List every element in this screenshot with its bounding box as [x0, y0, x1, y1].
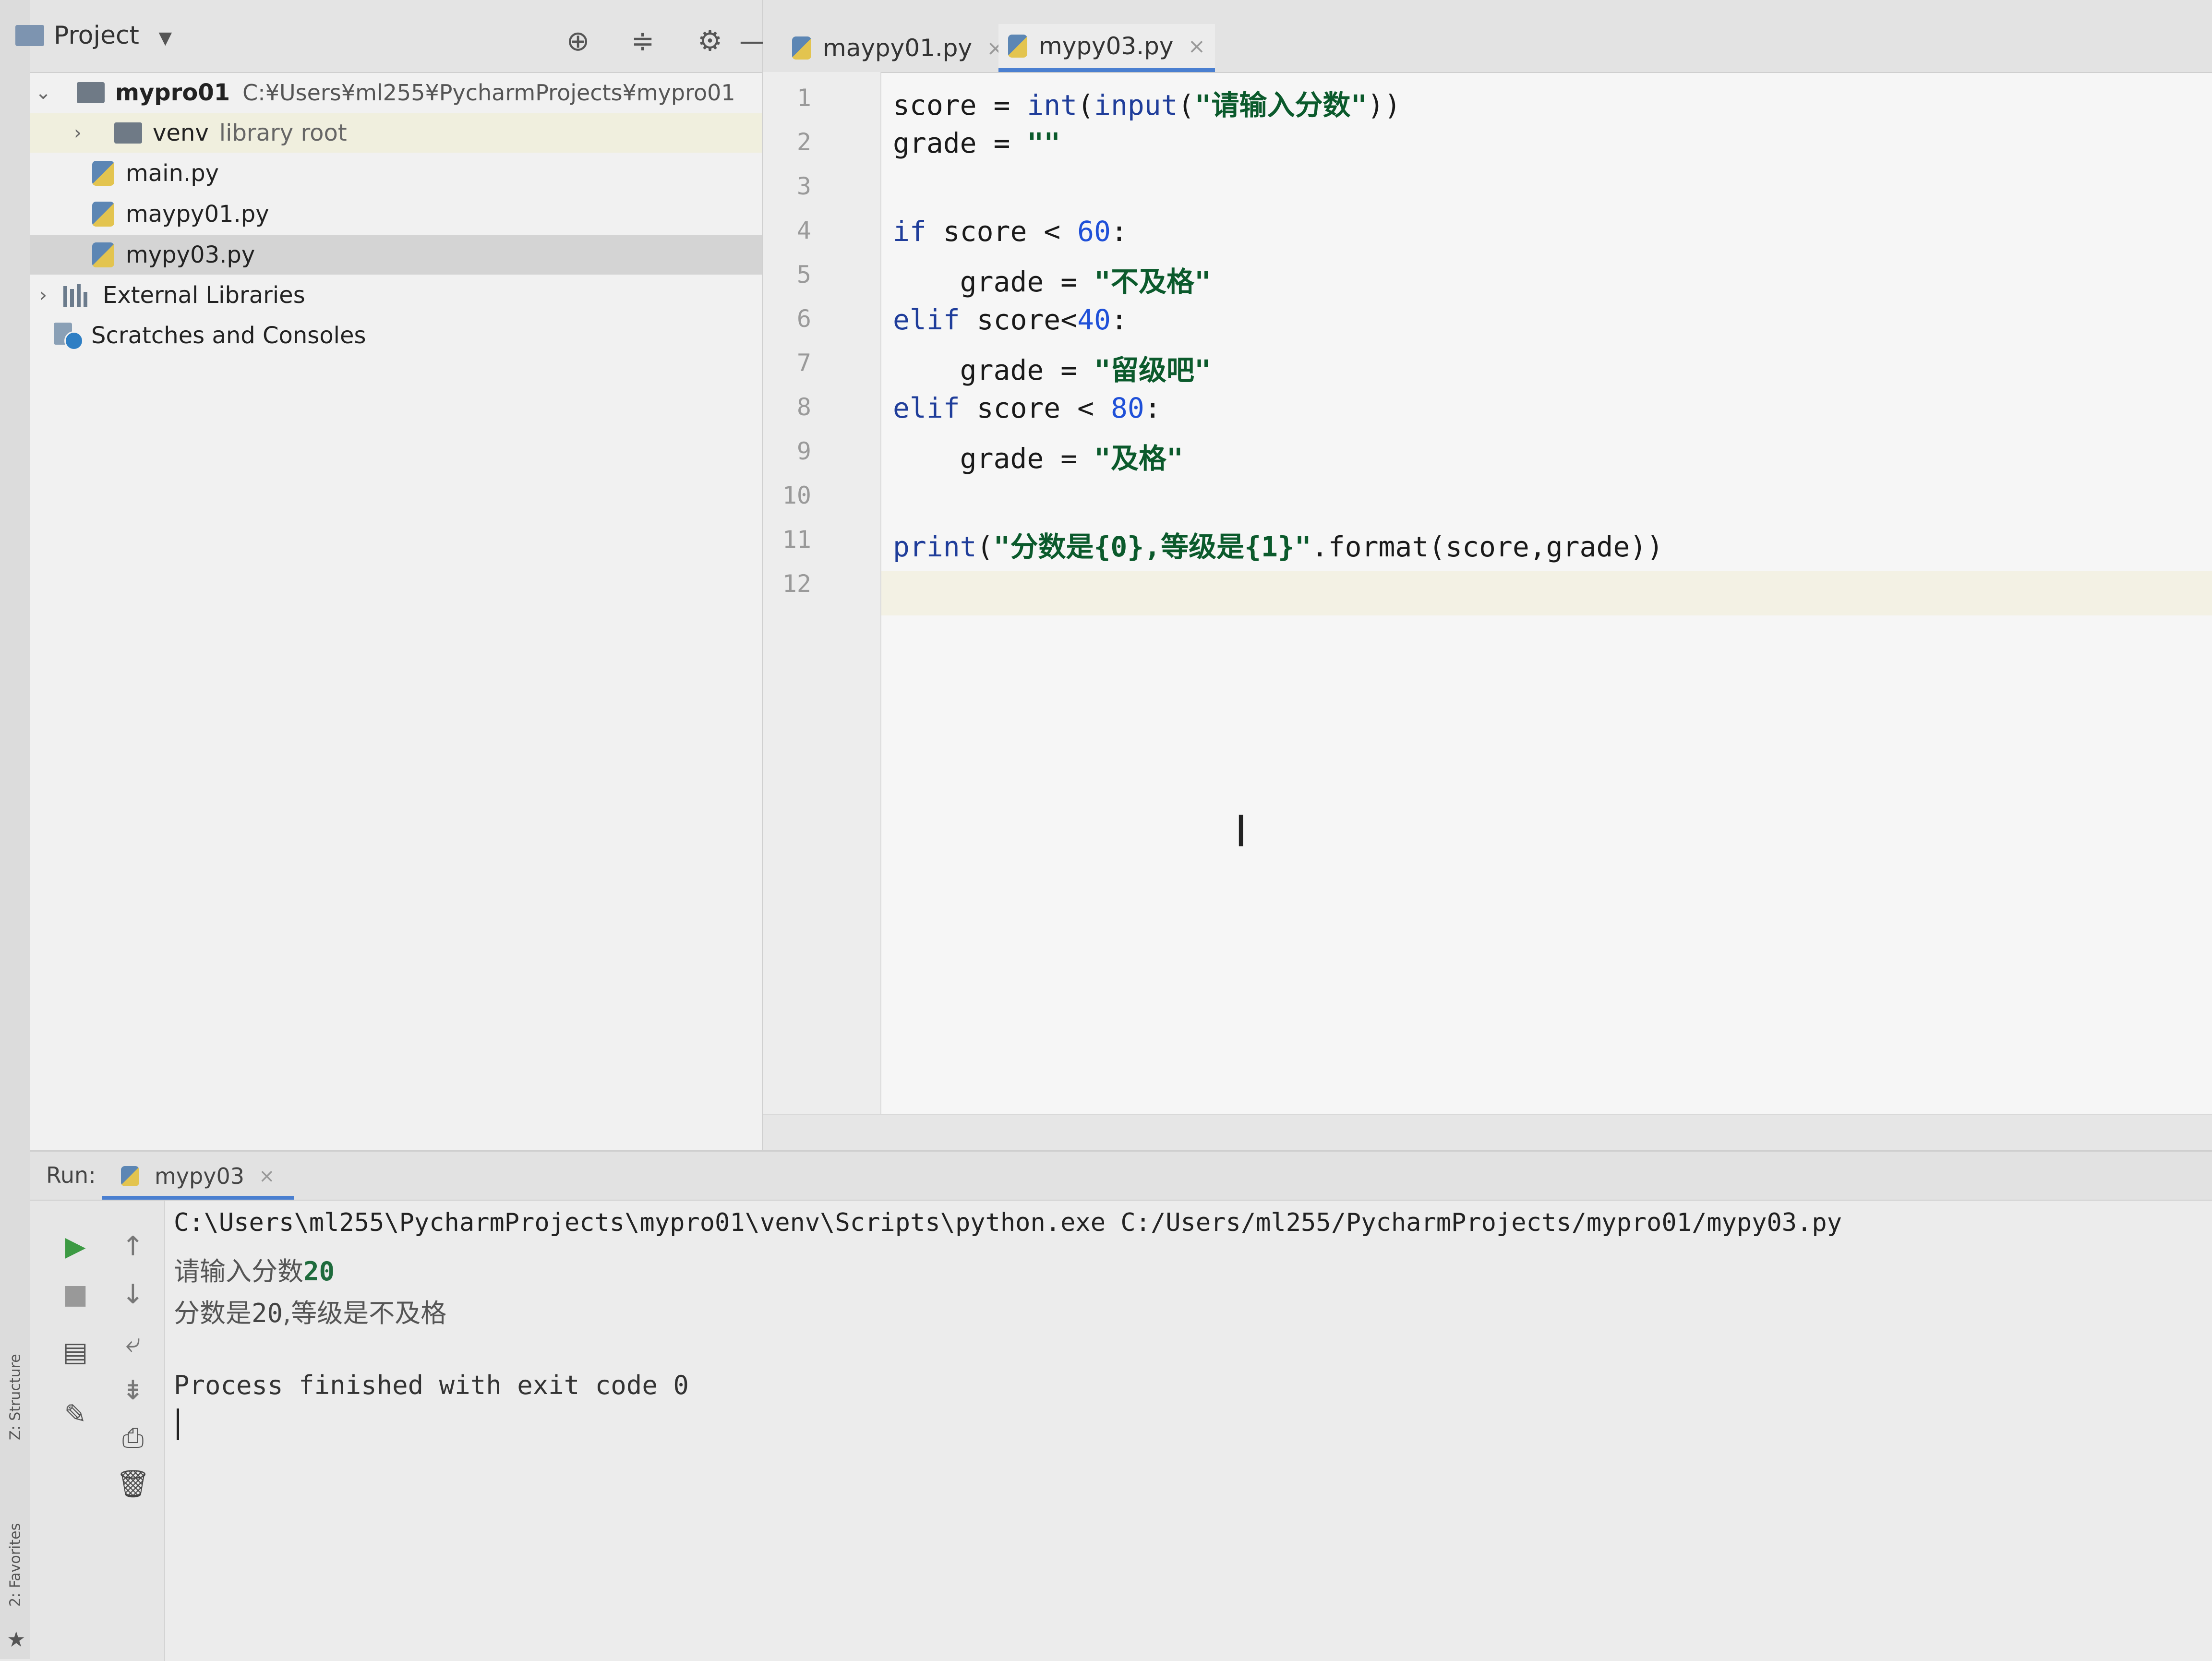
- library-icon: [63, 283, 92, 307]
- tab-label: mypy03.py: [1039, 32, 1174, 60]
- library-root-note: library root: [219, 120, 347, 146]
- tree-item-label: Scratches and Consoles: [91, 322, 366, 349]
- scratches-icon: [54, 323, 84, 350]
- structure-tool-tab[interactable]: Z: Structure: [5, 1325, 26, 1469]
- chevron-right-icon[interactable]: ›: [34, 284, 53, 306]
- run-panel-header: Run: mypy03 ×: [30, 1152, 2212, 1201]
- tree-item-label: External Libraries: [103, 282, 305, 309]
- collapse-all-icon[interactable]: ≑: [625, 23, 661, 59]
- project-view-icon: [15, 25, 44, 46]
- python-file-icon: [121, 1166, 139, 1186]
- current-line-highlight: [763, 571, 2212, 615]
- code-line-6: elif score<40:: [893, 303, 1128, 336]
- code-editor[interactable]: maypy01.py × mypy03.py × 1 2 3 4 5 6 7 8…: [763, 0, 2212, 1151]
- tree-item-maypy01-py[interactable]: maypy01.py: [30, 194, 762, 234]
- run-toolbar: ▶ ↑ ■ ↓ ▤ ⤶ ⇟ ✎ ⎙ 🗑: [30, 1201, 165, 1661]
- arrow-down-icon[interactable]: ↓: [116, 1277, 150, 1311]
- line-number: 11: [782, 526, 811, 554]
- minimize-icon[interactable]: —: [739, 23, 767, 59]
- tree-item-mypro01[interactable]: ⌄ mypro01 C:¥Users¥ml255¥PycharmProjects…: [30, 73, 762, 112]
- code-line-9: grade = "及格": [893, 442, 1183, 475]
- line-number: 4: [796, 217, 811, 244]
- pin-icon[interactable]: ✎: [59, 1397, 92, 1431]
- tree-item-external-libraries[interactable]: › External Libraries: [30, 276, 762, 315]
- star-icon: ★: [7, 1627, 26, 1652]
- chevron-down-icon[interactable]: ⌄: [34, 82, 53, 104]
- run-tab-mypy03[interactable]: mypy03 ×: [102, 1156, 294, 1200]
- chevron-down-icon: ▼: [158, 28, 172, 48]
- line-number: 6: [796, 305, 811, 333]
- tree-item-venv[interactable]: › venv library root: [30, 113, 762, 153]
- console-exit-message: Process finished with exit code 0: [174, 1370, 689, 1400]
- tree-item-mypy03-py[interactable]: mypy03.py: [30, 235, 762, 275]
- code-line-7: grade = "留级吧": [893, 354, 1211, 386]
- console-input-cursor[interactable]: [177, 1408, 179, 1440]
- line-number: 7: [796, 349, 811, 377]
- text-cursor-icon: I: [1235, 806, 1248, 857]
- stop-icon[interactable]: ■: [59, 1277, 92, 1311]
- tree-item-main-py[interactable]: main.py: [30, 154, 762, 193]
- structure-label: Z: Structure: [7, 1354, 24, 1440]
- code-line-5: grade = "不及格": [893, 265, 1211, 298]
- tab-mypy03[interactable]: mypy03.py ×: [998, 24, 1215, 72]
- folder-icon: [114, 122, 142, 144]
- python-file-icon: [92, 161, 114, 186]
- run-tab-label: mypy03: [155, 1163, 244, 1189]
- editor-horizontal-scrollbar[interactable]: [763, 1114, 2212, 1151]
- arrow-up-icon[interactable]: ↑: [116, 1229, 150, 1263]
- line-number: 1: [796, 84, 811, 112]
- line-number: 9: [796, 437, 811, 465]
- tree-item-label: mypy03.py: [126, 241, 255, 268]
- tree-item-label: main.py: [126, 160, 219, 187]
- tree-item-label: mypro01: [115, 79, 230, 106]
- project-panel: Project ▼ ⊕ ≑ ⚙ — ⌄ mypro01 C:¥Users¥ml2…: [15, 0, 767, 1150]
- run-panel: Run: mypy03 × ▶ ↑ ■ ↓ ▤ ⤶ ⇟ ✎ ⎙ 🗑 C:\Use…: [30, 1150, 2212, 1661]
- chevron-right-icon[interactable]: ›: [68, 122, 87, 144]
- tab-maypy01[interactable]: maypy01.py ×: [782, 24, 1014, 72]
- tree-item-path: C:¥Users¥ml255¥PycharmProjects¥mypro01: [242, 80, 735, 106]
- editor-tab-bar: maypy01.py × mypy03.py ×: [763, 0, 2212, 73]
- gear-icon[interactable]: ⚙: [692, 23, 728, 59]
- project-title: Project: [54, 21, 139, 50]
- line-number: 8: [796, 393, 811, 421]
- code-line-11: print("分数是{0},等级是{1}".format(score,grade…: [893, 530, 1664, 563]
- favorites-tool-tab[interactable]: 2: Favorites: [5, 1503, 26, 1627]
- code-line-4: if score < 60:: [893, 215, 1128, 248]
- tree-item-scratches[interactable]: Scratches and Consoles: [30, 316, 762, 355]
- left-tool-strip: Z: Structure 2: Favorites ★: [0, 0, 31, 1659]
- project-view-selector[interactable]: Project ▼: [54, 21, 172, 50]
- tab-label: maypy01.py: [823, 34, 973, 62]
- soft-wrap-icon[interactable]: ⤶: [116, 1326, 150, 1360]
- favorites-label: 2: Favorites: [7, 1523, 24, 1607]
- code-line-1: score = int(input("请输入分数")): [893, 89, 1401, 121]
- run-label: Run:: [46, 1162, 96, 1188]
- python-file-icon: [1008, 35, 1027, 58]
- code-line-2: grade = "": [893, 127, 1061, 159]
- code-line-8: elif score < 80:: [893, 392, 1161, 424]
- folder-icon: [77, 82, 105, 103]
- close-icon[interactable]: ×: [259, 1165, 275, 1187]
- line-number: 10: [782, 481, 811, 509]
- console-result: 分数是20,等级是不及格: [174, 1298, 447, 1328]
- layout-icon[interactable]: ▤: [59, 1335, 92, 1369]
- locate-icon[interactable]: ⊕: [560, 23, 596, 59]
- trash-icon[interactable]: 🗑: [116, 1467, 150, 1501]
- tree-item-label: maypy01.py: [126, 201, 269, 228]
- python-file-icon: [92, 202, 114, 227]
- python-file-icon: [792, 36, 811, 60]
- line-number: 2: [796, 128, 811, 156]
- line-number: 5: [796, 261, 811, 289]
- project-panel-header: Project ▼ ⊕ ≑ ⚙ —: [15, 0, 767, 73]
- tree-item-label: venv: [153, 120, 209, 146]
- line-number: 12: [782, 570, 811, 598]
- console-command: C:\Users\ml255\PycharmProjects\mypro01\v…: [174, 1208, 1842, 1237]
- rerun-icon[interactable]: ▶: [59, 1229, 92, 1263]
- line-number: 3: [796, 172, 811, 200]
- print-icon[interactable]: ⎙: [116, 1421, 150, 1455]
- line-number-gutter: 1 2 3 4 5 6 7 8 9 10 11 12: [763, 72, 881, 1114]
- scroll-to-end-icon[interactable]: ⇟: [116, 1373, 150, 1407]
- close-icon[interactable]: ×: [1188, 34, 1205, 59]
- python-file-icon: [92, 242, 114, 267]
- console-prompt: 请输入分数20: [174, 1256, 335, 1287]
